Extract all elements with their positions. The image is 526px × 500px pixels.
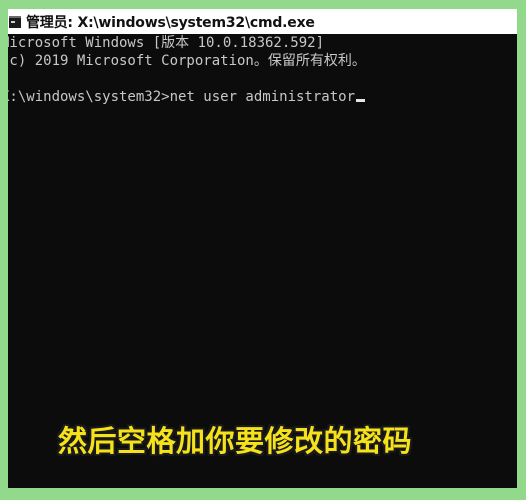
video-caption: 然后空格加你要修改的密码: [58, 424, 413, 458]
cmd-app-icon[interactable]: [9, 15, 21, 28]
cmd-window: 管理员: X:\windows\system32\cmd.exe Microso…: [8, 9, 517, 488]
console-command-line[interactable]: X:\windows\system32>net user administrat…: [8, 88, 366, 106]
title-bar[interactable]: 管理员: X:\windows\system32\cmd.exe: [8, 9, 517, 34]
console-line-version: Microsoft Windows [版本 10.0.18362.592]: [8, 35, 325, 51]
console-prompt-command: X:\windows\system32>net user administrat…: [8, 89, 356, 105]
console-line-copyright: (c) 2019 Microsoft Corporation。保留所有权利。: [8, 53, 366, 69]
text-cursor: [356, 99, 366, 102]
window-title: 管理员: X:\windows\system32\cmd.exe: [26, 14, 315, 31]
